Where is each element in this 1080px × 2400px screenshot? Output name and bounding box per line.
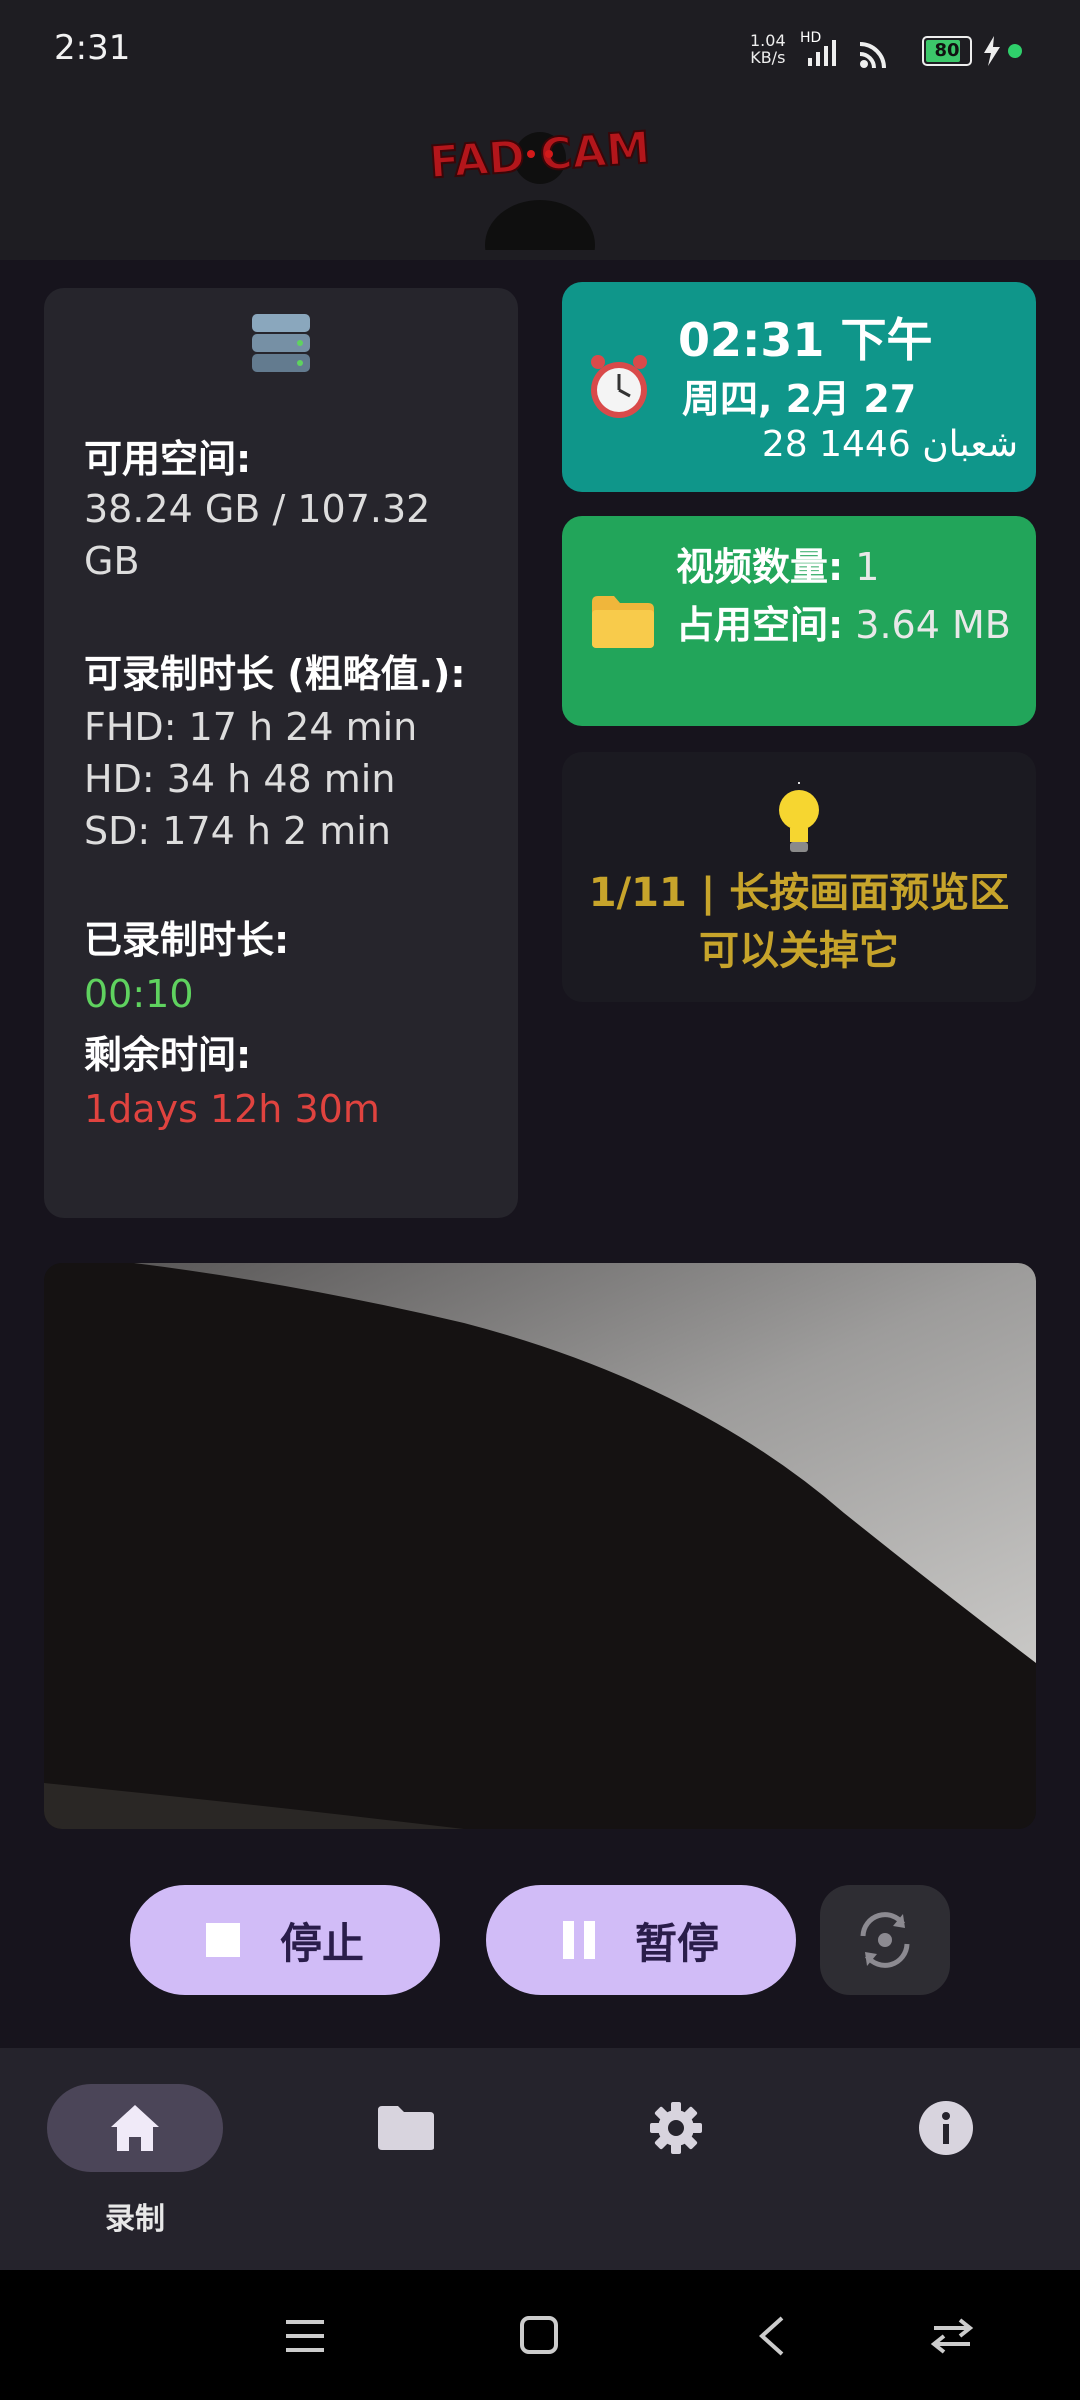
app-header: FAD CAM (0, 100, 1080, 260)
available-space-label: 可用空间: (84, 437, 252, 481)
nav-about[interactable] (858, 2084, 1034, 2172)
camera-switch-icon (860, 1912, 910, 1968)
video-count-label: 视频数量: (676, 545, 844, 589)
stop-button[interactable]: 停止 (130, 1885, 440, 1995)
hijri-date: 28 شعبان 1446 (761, 424, 1018, 465)
rotate-screen-icon[interactable] (928, 2316, 976, 2356)
pause-button-label: 暂停 (634, 1918, 719, 1968)
network-speed-unit: KB/s (750, 48, 786, 67)
video-count-value: 1 (843, 545, 880, 589)
fhd-duration: FHD: 17 h 24 min (84, 705, 418, 749)
bottom-navigation: 录制 (0, 2048, 1080, 2270)
video-stats-card[interactable]: 视频数量: 1 占用空间: 3.64 MB (562, 516, 1036, 726)
recorded-duration-value: 00:10 (84, 972, 194, 1016)
nav-settings[interactable] (588, 2084, 764, 2172)
switch-camera-button[interactable] (820, 1885, 950, 1995)
nav-files[interactable] (318, 2084, 494, 2172)
camera-preview-image (44, 1263, 1036, 1829)
storage-info-card: 可用空间: 38.24 GB / 107.32 GB 可录制时长 (粗略值.):… (44, 288, 518, 1218)
lightbulb-icon (779, 782, 819, 852)
remaining-time-label: 剩余时间: (84, 1033, 252, 1077)
nav-home-label[interactable]: 录制 (0, 2194, 270, 2238)
charging-icon (984, 36, 1000, 66)
menu-icon[interactable] (284, 2316, 326, 2356)
status-bar: 2:31 1.04 KB/s HD 80 (0, 0, 1080, 100)
system-navigation-bar (0, 2270, 1080, 2400)
network-speed: 1.04 KB/s (750, 32, 786, 66)
home-icon (111, 2105, 159, 2151)
recordable-time-label: 可录制时长 (粗略值.): (84, 652, 466, 696)
clock-time: 02:31 下午 (678, 313, 933, 367)
back-icon[interactable] (754, 2314, 788, 2358)
storage-icon (252, 314, 310, 372)
nav-home[interactable] (47, 2084, 223, 2172)
pause-button[interactable]: 暂停 (486, 1885, 796, 1995)
alarm-clock-icon (591, 355, 647, 418)
signal-icon (808, 40, 836, 66)
status-time: 2:31 (54, 28, 131, 68)
camera-preview[interactable] (44, 1263, 1036, 1829)
fadcam-logo: FAD CAM (427, 121, 653, 250)
available-space-value: 38.24 GB / 107.32 GB (84, 487, 431, 583)
privacy-dot-icon (1008, 44, 1022, 58)
used-space-label: 占用空间: (676, 603, 844, 647)
folder-nav-icon (378, 2106, 434, 2150)
used-space-value: 3.64 MB (843, 603, 1011, 647)
folder-icon (592, 596, 654, 648)
clock-date: 周四, 2月 27 (682, 377, 917, 421)
recorded-duration-label: 已录制时长: (84, 918, 290, 962)
pause-icon (562, 1921, 595, 1959)
hd-duration: HD: 34 h 48 min (84, 757, 396, 801)
svg-text:FAD CAM: FAD CAM (428, 122, 652, 188)
gear-icon (650, 2102, 702, 2154)
clock-card[interactable]: 02:31 下午 周四, 2月 27 28 شعبان 1446 (562, 282, 1036, 492)
battery-level: 80 (934, 40, 960, 61)
stop-button-label: 停止 (279, 1918, 364, 1968)
battery-icon: 80 (922, 36, 972, 66)
tip-card[interactable]: 1/11 | 长按画面预览区可以关掉它 (562, 752, 1036, 1002)
tip-text: 1/11 | 长按画面预览区可以关掉它 (588, 870, 1010, 974)
remaining-time-value: 1days 12h 30m (84, 1087, 380, 1131)
home-square-icon[interactable] (518, 2314, 560, 2356)
stop-icon (205, 1923, 240, 1957)
wifi-icon (859, 42, 886, 69)
info-icon (919, 2101, 973, 2155)
sd-duration: SD: 174 h 2 min (84, 809, 391, 853)
network-speed-value: 1.04 (750, 31, 786, 50)
